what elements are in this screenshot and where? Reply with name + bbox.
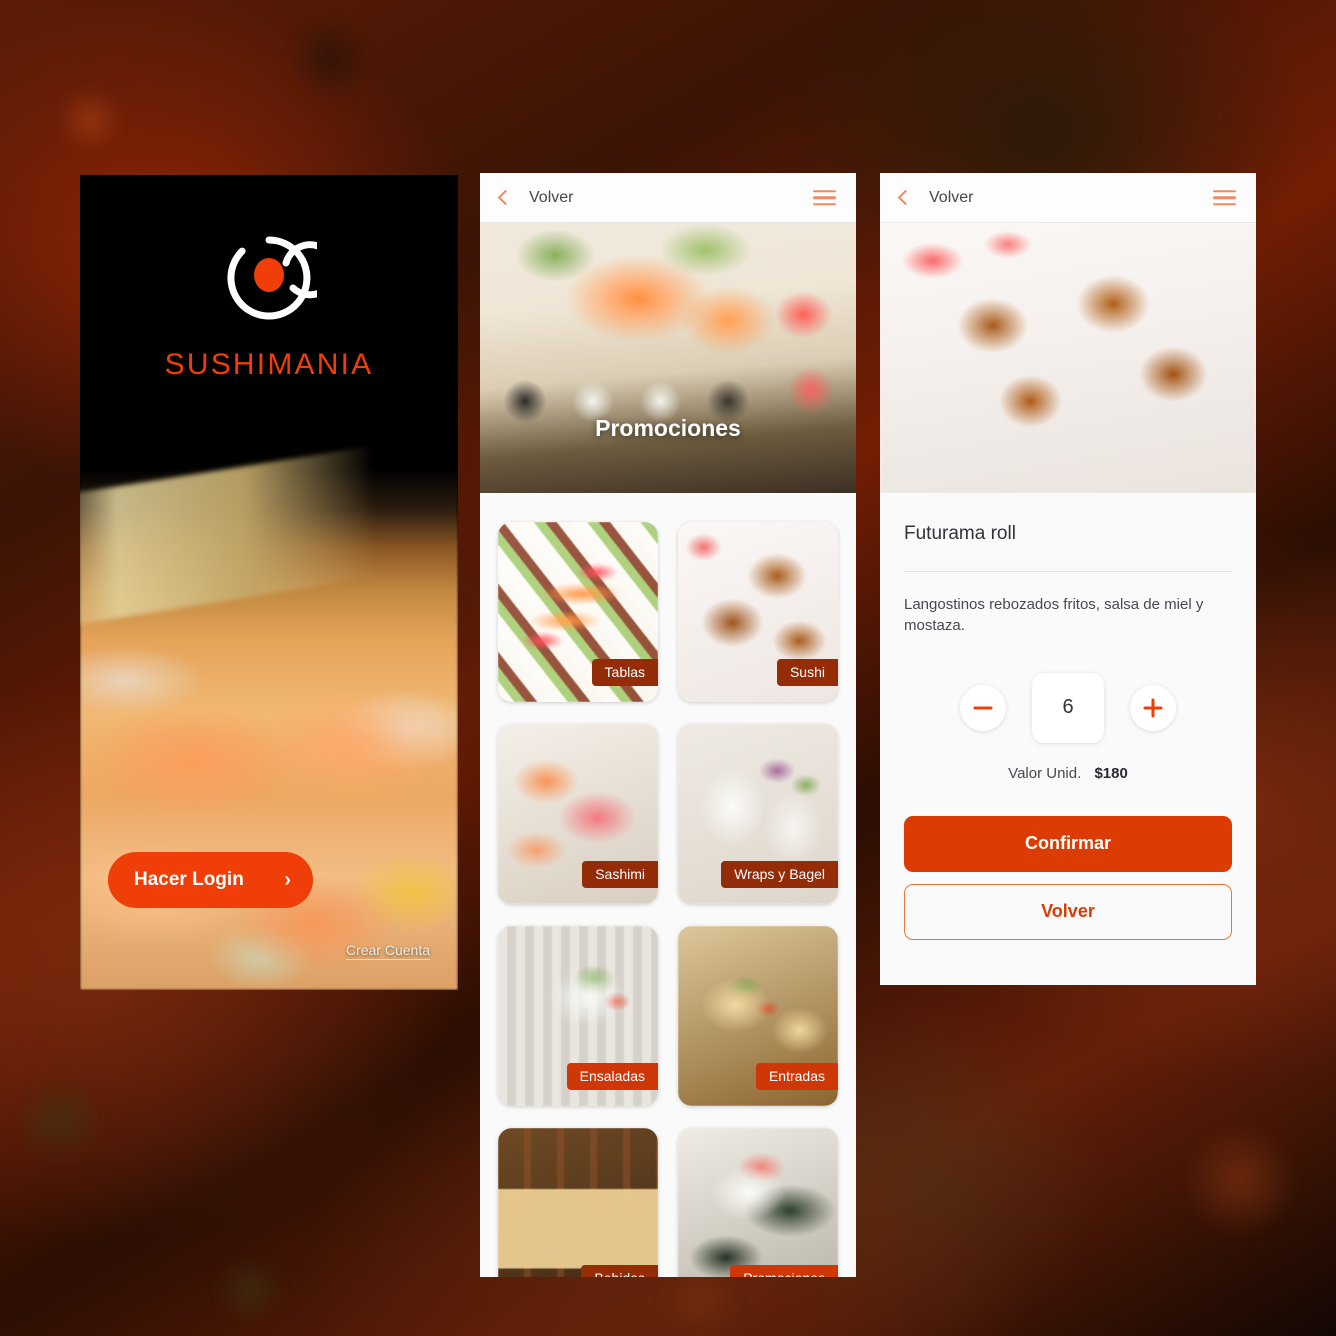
catalog-appbar: Volver <box>480 173 856 223</box>
quantity-stepper: 6 <box>904 672 1232 743</box>
category-label: Sushi <box>776 659 838 686</box>
chevron-left-icon[interactable] <box>497 189 514 206</box>
hero-title: Promociones <box>595 415 741 441</box>
minus-icon[interactable] <box>960 684 1006 731</box>
hamburger-menu-icon[interactable] <box>813 186 836 210</box>
category-label: Bebidas <box>581 1265 658 1277</box>
product-title: Futurama roll <box>904 523 1016 544</box>
back-label[interactable]: Volver <box>529 189 573 207</box>
unit-price-value: $180 <box>1094 764 1128 782</box>
category-tile-sashimi[interactable]: Sashimi <box>498 724 658 904</box>
hacer-login-label: Hacer Login <box>134 869 244 890</box>
category-grid: Tablas Sushi Sashimi Wraps y Bagel Ensaladas… <box>480 493 856 1277</box>
category-tile-entradas[interactable]: Entradas <box>678 926 838 1106</box>
product-info: Futurama roll Langostinos rebozados frit… <box>880 493 1256 782</box>
catalog-screen: Volver Promociones Tablas Sushi Sashimi Wra… <box>480 173 856 1277</box>
category-tile-ensaladas[interactable]: Ensaladas <box>498 926 658 1106</box>
brand-name: SUSHIMANIA <box>164 348 374 381</box>
detail-appbar: Volver <box>880 173 1256 223</box>
unit-price-row: Valor Unid. $180 <box>904 765 1232 782</box>
product-detail-screen: Volver Futurama roll Langostinos rebozad… <box>880 173 1256 985</box>
category-label: Promociones <box>730 1265 838 1277</box>
hacer-login-button[interactable]: Hacer Login › <box>108 852 313 908</box>
crear-cuenta-link[interactable]: Crear Cuenta <box>345 942 430 960</box>
category-tile-tablas[interactable]: Tablas <box>498 522 658 702</box>
category-label: Wraps y Bagel <box>721 861 838 888</box>
promotions-hero-banner[interactable]: Promociones <box>480 223 856 493</box>
confirmar-button[interactable]: Confirmar <box>904 815 1232 872</box>
back-label[interactable]: Volver <box>929 189 973 207</box>
product-description: Langostinos rebozados fritos, salsa de m… <box>904 596 1204 635</box>
category-photo <box>498 1128 658 1277</box>
detail-actions: Confirmar Volver <box>880 782 1256 940</box>
category-label: Entradas <box>755 1063 838 1090</box>
category-tile-sushi[interactable]: Sushi <box>678 522 838 702</box>
unit-price-label: Valor Unid. <box>1008 764 1082 782</box>
quantity-value[interactable]: 6 <box>1032 672 1104 743</box>
category-label: Sashimi <box>582 861 658 888</box>
category-tile-bebidas[interactable]: Bebidas <box>498 1128 658 1277</box>
login-screen: SUSHIMANIA Hacer Login › Crear Cuenta <box>80 175 458 990</box>
divider <box>904 571 1232 572</box>
hamburger-menu-icon[interactable] <box>1213 186 1236 210</box>
category-photo <box>678 1128 838 1277</box>
category-label: Ensaladas <box>566 1063 658 1090</box>
category-tile-wraps-y-bagel[interactable]: Wraps y Bagel <box>678 724 838 904</box>
chevron-left-icon[interactable] <box>897 189 914 206</box>
sushi-spiral-logo-icon <box>227 236 317 320</box>
volver-button[interactable]: Volver <box>904 883 1232 940</box>
category-label: Tablas <box>591 659 658 686</box>
product-photo <box>880 223 1256 493</box>
brand-lockup: SUSHIMANIA <box>80 230 458 382</box>
category-tile-promociones[interactable]: Promociones <box>678 1128 838 1277</box>
plus-icon[interactable] <box>1130 684 1176 731</box>
app-backdrop: SUSHIMANIA Hacer Login › Crear Cuenta Vo… <box>0 0 1336 1336</box>
chevron-right-icon: › <box>284 869 291 891</box>
